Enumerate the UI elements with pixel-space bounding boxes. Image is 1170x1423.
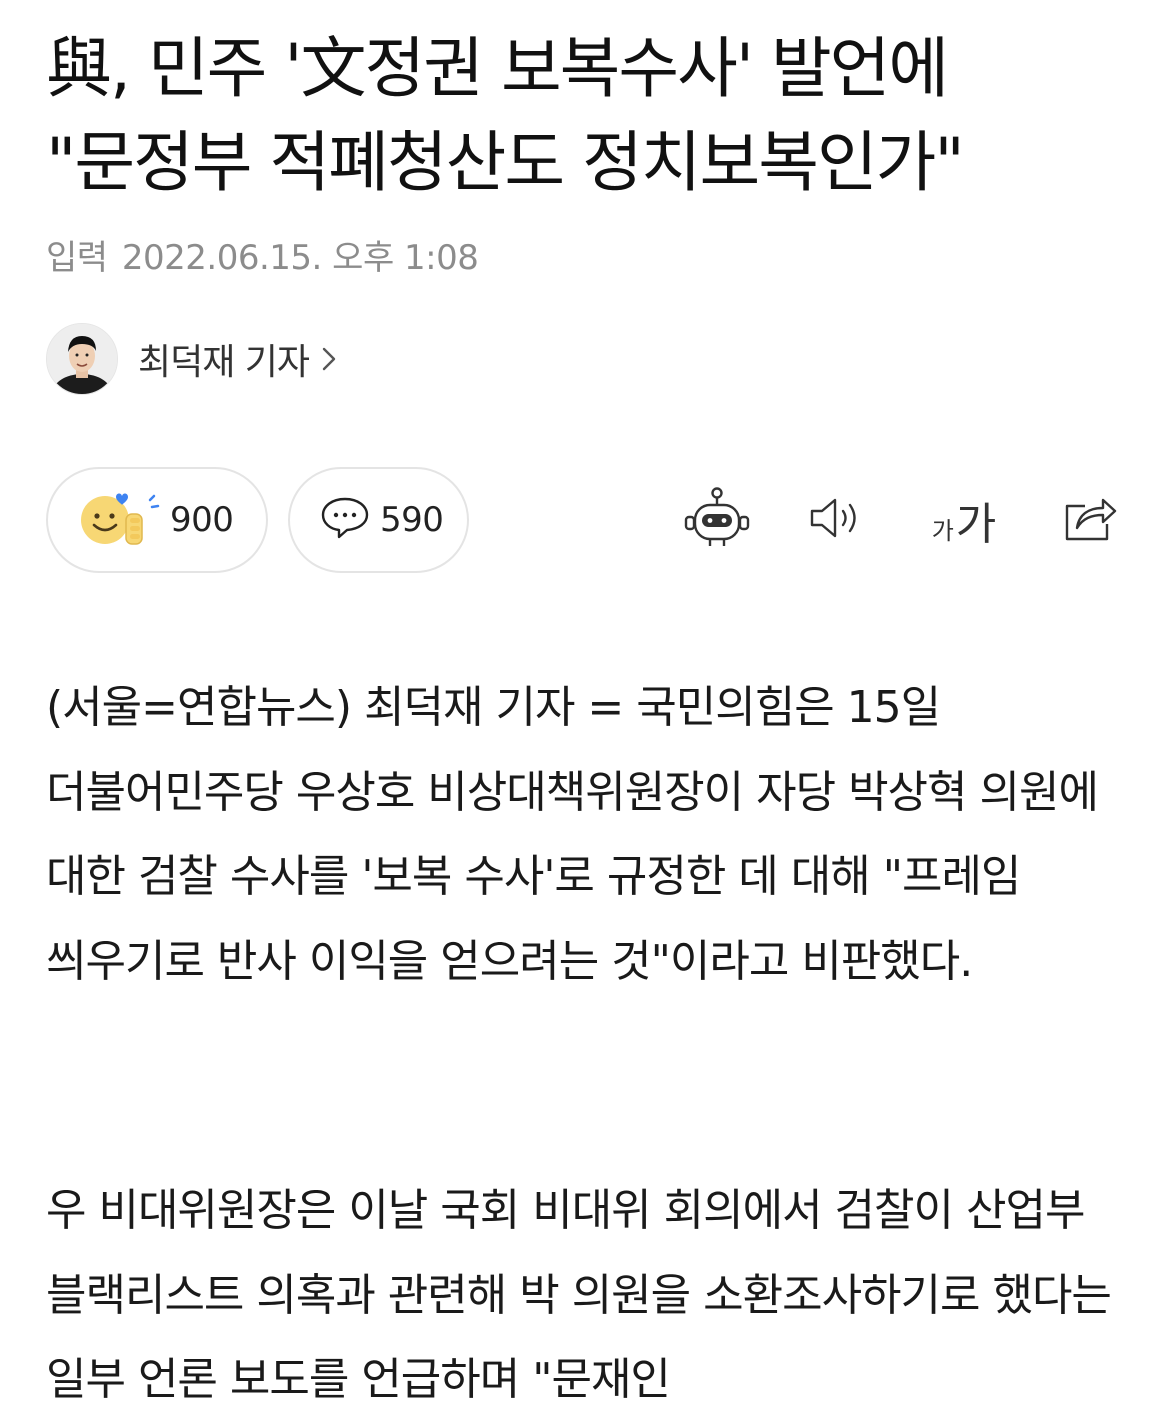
article-dateline: 입력 2022.06.15. 오후 1:08: [46, 236, 479, 280]
date-value: 2022.06.15. 오후 1:08: [121, 238, 479, 278]
smile-thumbs-up-icon: [78, 488, 164, 552]
article-headline: 與, 민주 '文정권 보복수사' 발언에 "문정부 적폐청산도 정치보복인가": [46, 22, 1136, 210]
speaker-icon: [808, 494, 870, 546]
font-size-icon: 가가: [932, 488, 997, 552]
font-size-button[interactable]: 가가: [926, 480, 1002, 560]
share-button[interactable]: [1058, 480, 1122, 560]
chevron-right-icon: [321, 346, 337, 372]
author-link[interactable]: 최덕재 기자: [46, 323, 337, 395]
author-photo: [47, 324, 117, 394]
text-to-speech-button[interactable]: [806, 480, 872, 560]
article-paragraph-1: (서울=연합뉴스) 최덕재 기자 = 국민의힘은 15일 더불어민주당 우상호 …: [46, 682, 1099, 987]
font-small-label: 가: [931, 517, 954, 545]
headline-line-1: 與, 민주 '文정권 보복수사' 발언에: [46, 30, 949, 107]
date-label: 입력: [46, 238, 108, 278]
reaction-button[interactable]: 900: [46, 467, 268, 573]
article-paragraph-2: 우 비대위원장은 이날 국회 비대위 회의에서 검찰이 산업부 블랙리스트 의혹…: [46, 1185, 1112, 1405]
author-name: 최덕재 기자: [138, 342, 310, 383]
speech-bubble-icon: [320, 495, 370, 545]
font-big-label: 가: [955, 499, 997, 550]
comment-button[interactable]: 590: [288, 467, 469, 573]
share-icon: [1061, 492, 1119, 548]
robot-icon: [682, 486, 752, 554]
reaction-count: 900: [170, 500, 234, 540]
author-avatar: [46, 323, 118, 395]
headline-line-2: "문정부 적폐청산도 정치보복인가": [46, 124, 965, 201]
comment-count: 590: [380, 500, 444, 540]
summary-bot-button[interactable]: [680, 480, 754, 560]
